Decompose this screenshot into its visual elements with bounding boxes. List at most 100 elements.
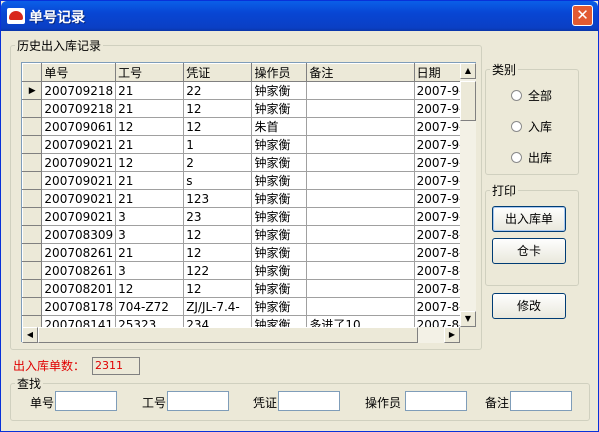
cell-order-no[interactable]: 200709021 [41, 207, 117, 226]
cell-voucher[interactable]: 12 [183, 99, 253, 118]
cell-remark[interactable] [306, 189, 415, 208]
cell-order-no[interactable]: 200709218 [41, 81, 117, 100]
cell-operator[interactable]: 钟家衡 [251, 243, 308, 262]
table-row[interactable]: ▶ 200709218 21 22 钟家衡 2007-9- [22, 81, 475, 100]
cell-worker-no[interactable]: 21 [115, 243, 185, 262]
table-row[interactable]: 200709021 21 s 钟家衡 2007-9- [22, 171, 475, 190]
cell-remark[interactable] [306, 261, 415, 280]
row-selector[interactable] [22, 189, 43, 208]
cell-worker-no[interactable]: 704-Z72 [115, 297, 185, 316]
table-row[interactable]: 200708178 704-Z72 ZJ/JL-7.4- 钟家衡 2007-8- [22, 297, 475, 316]
column-header-operator[interactable]: 操作员 [251, 63, 308, 82]
column-header-worker-no[interactable]: 工号 [115, 63, 185, 82]
modify-button[interactable]: 修改 [492, 293, 566, 319]
cell-operator[interactable]: 钟家衡 [251, 171, 308, 190]
scroll-up-button[interactable]: ▲ [460, 63, 476, 79]
cell-remark[interactable] [306, 153, 415, 172]
cell-remark[interactable] [306, 243, 415, 262]
row-selector[interactable] [22, 243, 43, 262]
cell-voucher[interactable]: 12 [183, 225, 253, 244]
cell-remark[interactable] [306, 81, 415, 100]
cell-order-no[interactable]: 200709021 [41, 135, 117, 154]
cell-operator[interactable]: 钟家衡 [251, 279, 308, 298]
table-row[interactable]: 200709218 21 12 钟家衡 2007-9- [22, 99, 475, 118]
row-selector[interactable] [22, 225, 43, 244]
radio-out[interactable]: 出库 [511, 149, 552, 165]
cell-order-no[interactable]: 200708309 [41, 225, 117, 244]
cell-voucher[interactable]: ZJ/JL-7.4- [183, 297, 253, 316]
column-header-order-no[interactable]: 单号 [41, 63, 117, 82]
cell-voucher[interactable]: 22 [183, 81, 253, 100]
cell-worker-no[interactable]: 21 [115, 189, 185, 208]
cell-operator[interactable]: 钟家衡 [251, 261, 308, 280]
table-row[interactable]: 200709021 21 123 钟家衡 2007-9- [22, 189, 475, 208]
cell-remark[interactable] [306, 117, 415, 136]
row-selector[interactable] [22, 117, 43, 136]
row-selector[interactable] [22, 99, 43, 118]
cell-order-no[interactable]: 200709021 [41, 171, 117, 190]
cell-operator[interactable]: 钟家衡 [251, 81, 308, 100]
row-selector[interactable] [22, 297, 43, 316]
scroll-down-button[interactable]: ▼ [460, 311, 476, 327]
cell-voucher[interactable]: 122 [183, 261, 253, 280]
close-button[interactable]: ✕ [572, 5, 593, 26]
cell-operator[interactable]: 钟家衡 [251, 153, 308, 172]
cell-operator[interactable]: 钟家衡 [251, 189, 308, 208]
cell-order-no[interactable]: 200708261 [41, 243, 117, 262]
cell-order-no[interactable]: 200708261 [41, 261, 117, 280]
table-row[interactable]: 200709021 21 1 钟家衡 2007-9- [22, 135, 475, 154]
scroll-left-button[interactable]: ◀ [22, 327, 38, 343]
row-selector[interactable] [22, 153, 43, 172]
cell-voucher[interactable]: 2 [183, 153, 253, 172]
column-header-remark[interactable]: 备注 [306, 63, 415, 82]
cell-worker-no[interactable]: 21 [115, 81, 185, 100]
records-grid[interactable]: 单号 工号 凭证 操作员 备注 日期 ▶ 200709218 21 22 钟家衡 2007… [21, 62, 476, 342]
vertical-scrollbar[interactable]: ▲ ▼ [460, 63, 476, 327]
cell-order-no[interactable]: 200709021 [41, 153, 117, 172]
cell-order-no[interactable]: 200709021 [41, 189, 117, 208]
cell-remark[interactable] [306, 135, 415, 154]
table-row[interactable]: 200708261 21 12 钟家衡 2007-8- [22, 243, 475, 262]
cell-worker-no[interactable]: 3 [115, 261, 185, 280]
warehouse-card-button[interactable]: 仓卡 [492, 238, 566, 264]
cell-worker-no[interactable]: 12 [115, 153, 185, 172]
cell-remark[interactable] [306, 207, 415, 226]
print-inout-button[interactable]: 出入库单 [492, 206, 566, 232]
horizontal-scroll-thumb[interactable] [38, 327, 418, 343]
cell-operator[interactable]: 钟家衡 [251, 135, 308, 154]
cell-order-no[interactable]: 200708201 [41, 279, 117, 298]
cell-voucher[interactable]: s [183, 171, 253, 190]
row-selector[interactable]: ▶ [22, 81, 43, 100]
cell-voucher[interactable]: 23 [183, 207, 253, 226]
cell-order-no[interactable]: 200708178 [41, 297, 117, 316]
cell-voucher[interactable]: 12 [183, 243, 253, 262]
horizontal-scrollbar[interactable]: ◀ ▶ [22, 327, 460, 343]
cell-remark[interactable] [306, 225, 415, 244]
vertical-scroll-thumb[interactable] [460, 81, 476, 121]
cell-worker-no[interactable]: 21 [115, 135, 185, 154]
table-row[interactable]: 200709061 12 12 朱首 2007-9- [22, 117, 475, 136]
cell-remark[interactable] [306, 171, 415, 190]
row-selector[interactable] [22, 279, 43, 298]
row-selector[interactable] [22, 135, 43, 154]
table-row[interactable]: 200709021 3 23 钟家衡 2007-9- [22, 207, 475, 226]
cell-order-no[interactable]: 200709218 [41, 99, 117, 118]
cell-remark[interactable] [306, 297, 415, 316]
title-bar[interactable]: 单号记录 ✕ [1, 1, 598, 31]
search-remark-input[interactable] [510, 391, 572, 411]
cell-voucher[interactable]: 12 [183, 279, 253, 298]
cell-remark[interactable] [306, 279, 415, 298]
radio-all[interactable]: 全部 [511, 87, 552, 103]
cell-worker-no[interactable]: 12 [115, 117, 185, 136]
cell-operator[interactable]: 钟家衡 [251, 225, 308, 244]
cell-worker-no[interactable]: 3 [115, 225, 185, 244]
row-selector[interactable] [22, 207, 43, 226]
search-worker-no-input[interactable] [167, 391, 229, 411]
column-header-voucher[interactable]: 凭证 [183, 63, 253, 82]
cell-worker-no[interactable]: 12 [115, 279, 185, 298]
cell-voucher[interactable]: 1 [183, 135, 253, 154]
search-voucher-input[interactable] [278, 391, 340, 411]
search-operator-input[interactable] [405, 391, 467, 411]
cell-worker-no[interactable]: 21 [115, 171, 185, 190]
cell-operator[interactable]: 朱首 [251, 117, 308, 136]
